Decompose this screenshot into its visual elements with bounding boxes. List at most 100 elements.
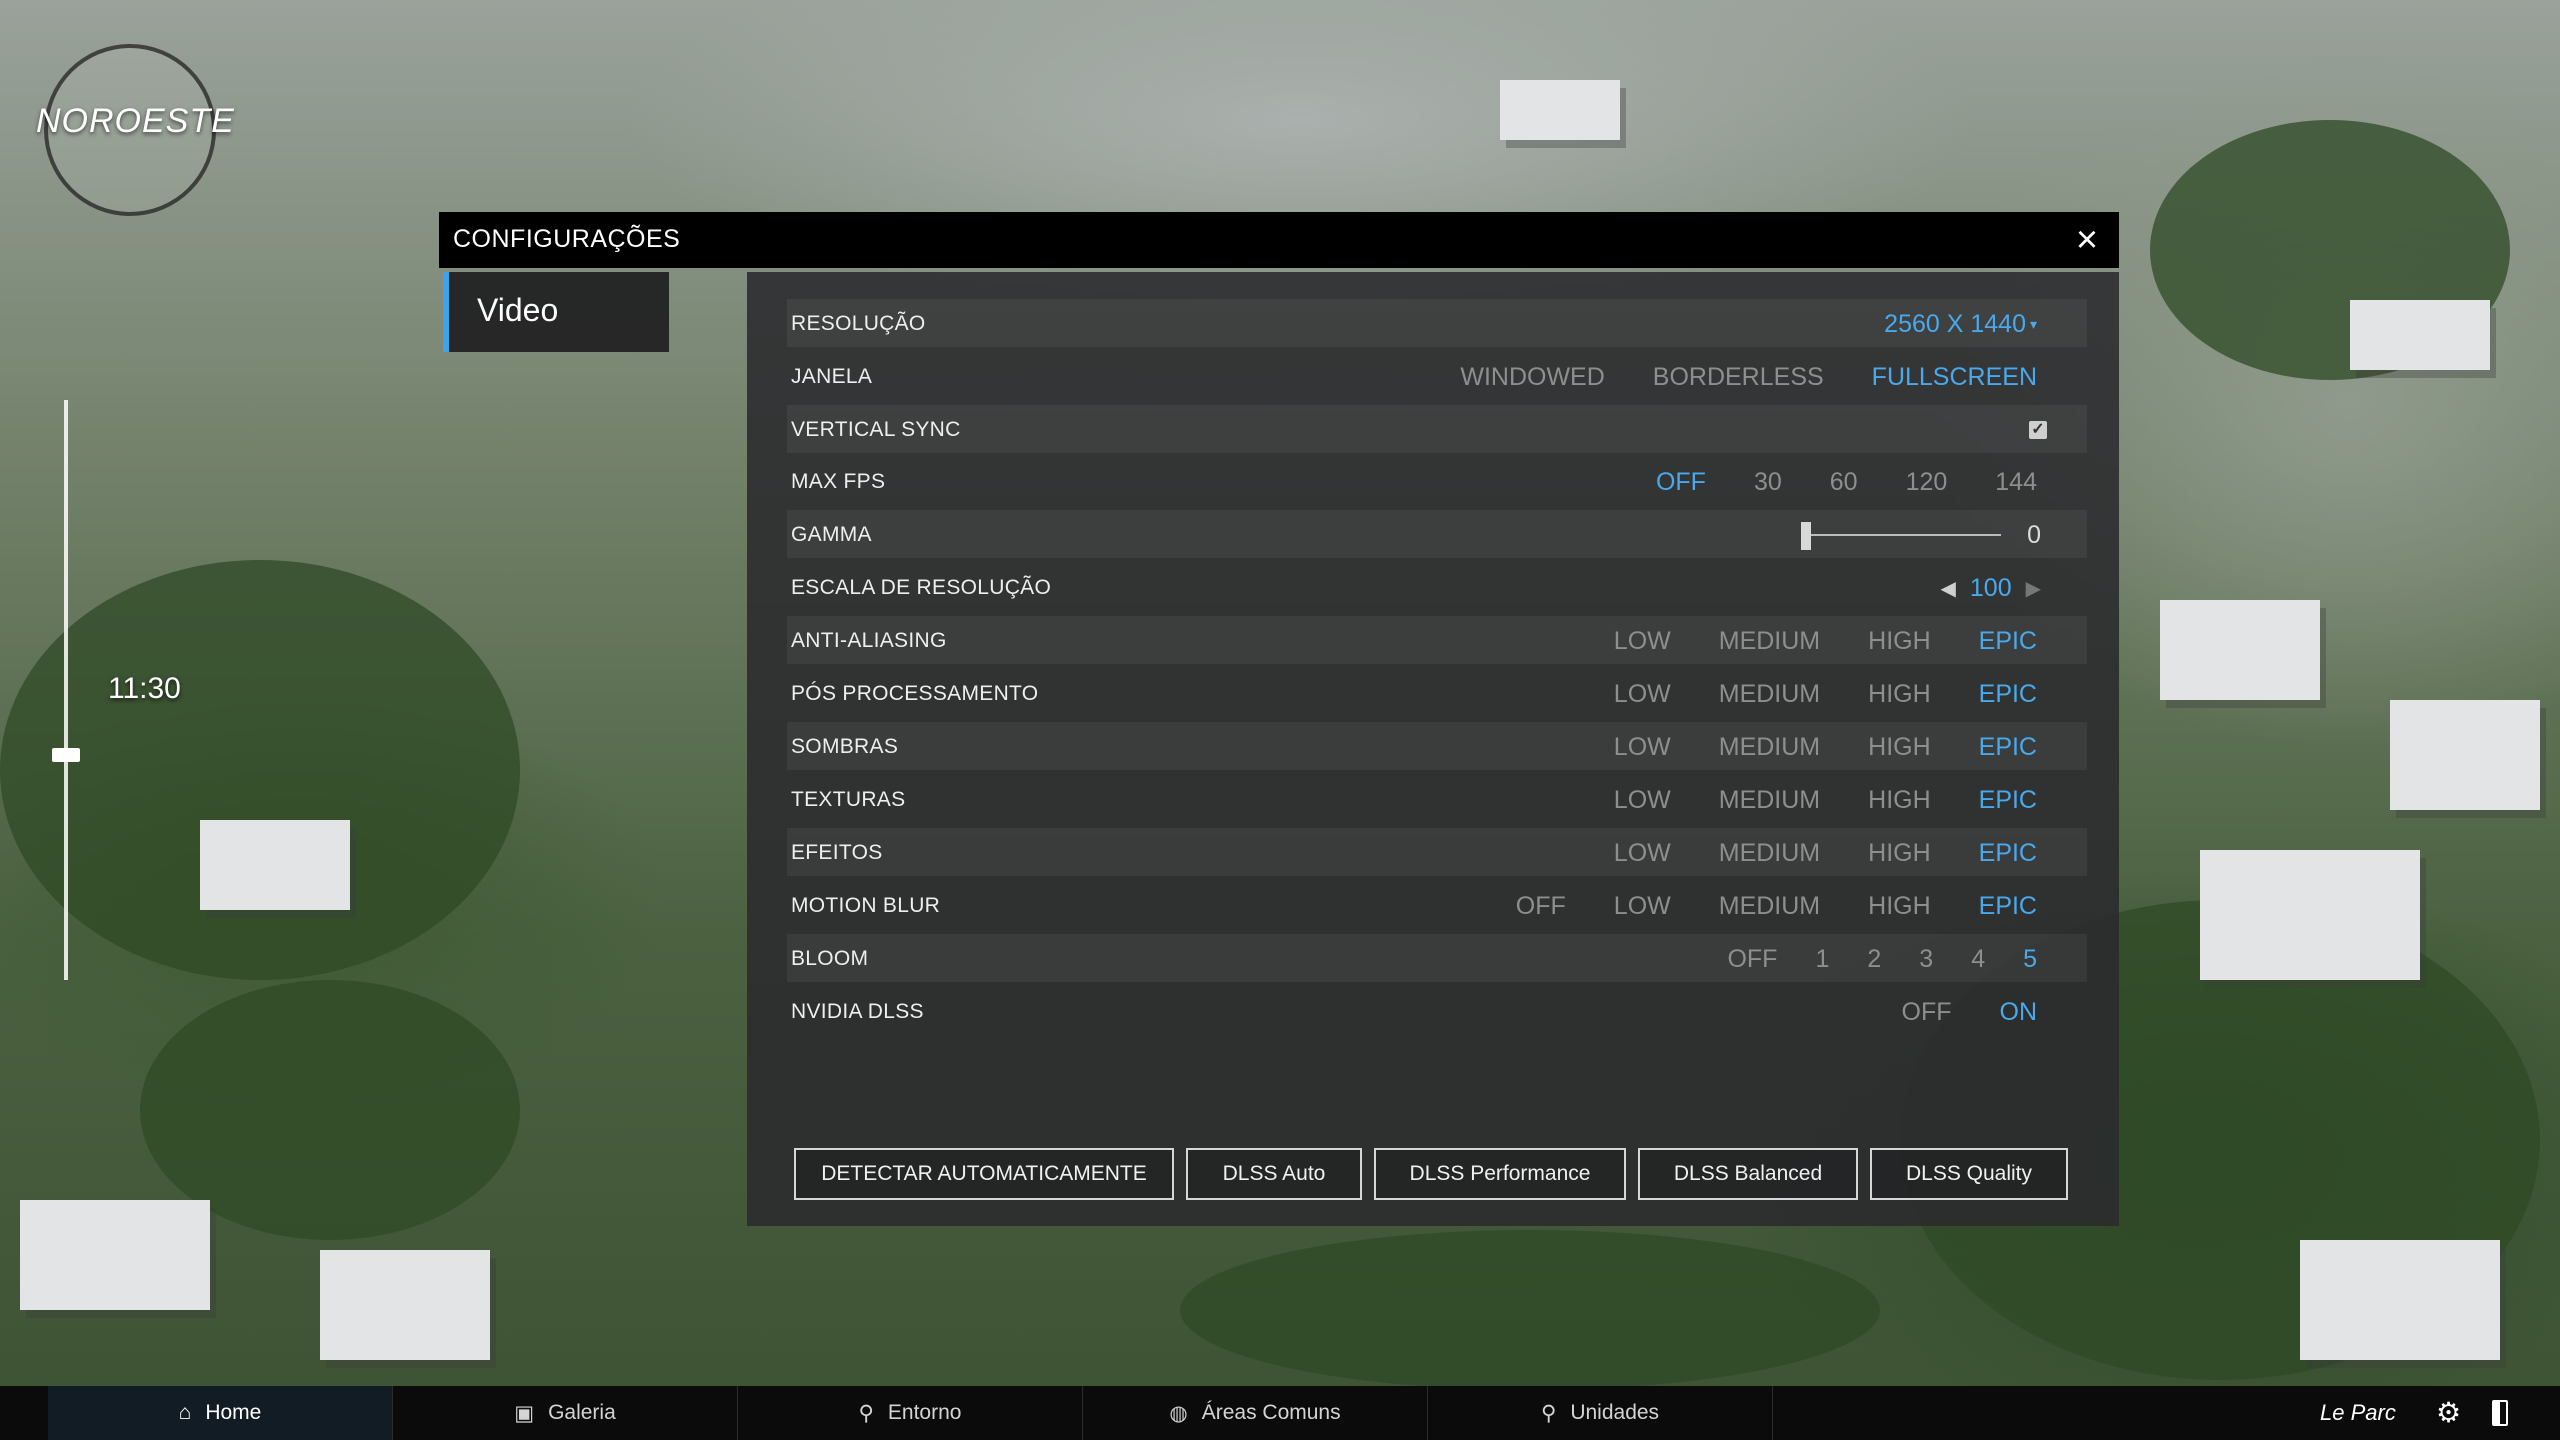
row-vsync: VERTICAL SYNC ✓ (787, 405, 2087, 453)
row-label: MAX FPS (791, 470, 886, 493)
row-label: SOMBRAS (791, 735, 899, 758)
option-posproc-medium[interactable]: MEDIUM (1719, 680, 1820, 709)
option-efeitos-medium[interactable]: MEDIUM (1719, 839, 1820, 868)
row-label: JANELA (791, 365, 873, 388)
vsync-checkbox[interactable]: ✓ (2029, 421, 2047, 439)
search-icon: ⚲ (1540, 1401, 1557, 1425)
tree-cluster (1180, 1230, 1880, 1390)
option-posproc-high[interactable]: HIGH (1868, 680, 1931, 709)
settings-panel: RESOLUÇÃO 2560 X 1440 ▾ JANELA WINDOWED B… (747, 272, 2119, 1226)
option-bloom-4[interactable]: 4 (1971, 945, 1985, 974)
time-label: 11:30 (108, 672, 181, 705)
gallery-icon: ▣ (514, 1401, 535, 1425)
option-group: LOW MEDIUM HIGH EPIC (1614, 730, 2037, 764)
option-sombras-high[interactable]: HIGH (1868, 733, 1931, 762)
row-label: MOTION BLUR (791, 894, 941, 917)
option-sombras-epic[interactable]: EPIC (1979, 733, 2037, 762)
time-slider-track[interactable] (64, 400, 68, 980)
option-motionblur-high[interactable]: HIGH (1868, 892, 1931, 921)
chevron-down-icon[interactable]: ▾ (2030, 316, 2037, 333)
row-bloom: BLOOM OFF 1 2 3 4 5 (787, 934, 2087, 982)
dlss-performance-button[interactable]: DLSS Performance (1374, 1148, 1626, 1200)
option-bloom-5[interactable]: 5 (2023, 945, 2037, 974)
option-bloom-2[interactable]: 2 (1867, 945, 1881, 974)
house (2300, 1240, 2500, 1360)
tab-video[interactable]: Video (443, 272, 669, 352)
arrow-right-icon[interactable]: ▶ (2026, 576, 2041, 601)
resolution-value[interactable]: 2560 X 1440 (1884, 310, 2026, 339)
gamma-slider-handle[interactable] (1801, 522, 1812, 550)
option-maxfps-120[interactable]: 120 (1906, 468, 1948, 497)
dlss-balanced-button[interactable]: DLSS Balanced (1638, 1148, 1858, 1200)
gear-icon[interactable]: ⚙ (2436, 1396, 2461, 1429)
house (2160, 600, 2320, 700)
option-bloom-off[interactable]: OFF (1727, 945, 1777, 974)
nav-entorno[interactable]: ⚲ Entorno (738, 1386, 1083, 1440)
nav-label: Unidades (1570, 1401, 1660, 1424)
house (320, 1250, 490, 1360)
option-sombras-medium[interactable]: MEDIUM (1719, 733, 1820, 762)
option-efeitos-epic[interactable]: EPIC (1979, 839, 2037, 868)
option-bloom-1[interactable]: 1 (1815, 945, 1829, 974)
option-group: WINDOWED BORDERLESS FULLSCREEN (1460, 360, 2037, 394)
house (2390, 700, 2540, 810)
option-dlss-off[interactable]: OFF (1902, 998, 1952, 1027)
option-motionblur-epic[interactable]: EPIC (1979, 892, 2037, 921)
device-icon[interactable] (2492, 1400, 2508, 1426)
option-antialiasing-medium[interactable]: MEDIUM (1719, 627, 1820, 656)
option-dlss-on[interactable]: ON (2000, 998, 2038, 1027)
tree-cluster (0, 560, 520, 980)
option-janela-borderless[interactable]: BORDERLESS (1653, 363, 1824, 392)
nav-label: Galeria (548, 1401, 616, 1424)
nav-unidades[interactable]: ⚲ Unidades (1428, 1386, 1773, 1440)
option-maxfps-30[interactable]: 30 (1754, 468, 1782, 497)
option-janela-fullscreen[interactable]: FULLSCREEN (1872, 363, 2037, 392)
house (200, 820, 350, 910)
option-group: LOW MEDIUM HIGH EPIC (1614, 677, 2037, 711)
nav-home[interactable]: ⌂ Home (48, 1386, 393, 1440)
option-bloom-3[interactable]: 3 (1919, 945, 1933, 974)
option-efeitos-high[interactable]: HIGH (1868, 839, 1931, 868)
option-sombras-low[interactable]: LOW (1614, 733, 1671, 762)
option-maxfps-60[interactable]: 60 (1830, 468, 1858, 497)
bottom-navigation: ⌂ Home ▣ Galeria ⚲ Entorno ◍ Áreas Comun… (0, 1386, 2560, 1440)
option-texturas-low[interactable]: LOW (1614, 786, 1671, 815)
resolution-dropdown[interactable]: 2560 X 1440 ▾ (1884, 307, 2037, 341)
option-maxfps-off[interactable]: OFF (1656, 468, 1706, 497)
option-motionblur-off[interactable]: OFF (1516, 892, 1566, 921)
option-motionblur-medium[interactable]: MEDIUM (1719, 892, 1820, 921)
row-label: TEXTURAS (791, 788, 906, 811)
option-texturas-medium[interactable]: MEDIUM (1719, 786, 1820, 815)
option-antialiasing-low[interactable]: LOW (1614, 627, 1671, 656)
nav-areas-comuns[interactable]: ◍ Áreas Comuns (1083, 1386, 1428, 1440)
option-posproc-low[interactable]: LOW (1614, 680, 1671, 709)
dlss-quality-button[interactable]: DLSS Quality (1870, 1148, 2068, 1200)
option-posproc-epic[interactable]: EPIC (1979, 680, 2037, 709)
option-efeitos-low[interactable]: LOW (1614, 839, 1671, 868)
arrow-left-icon[interactable]: ◀ (1941, 576, 1956, 601)
option-texturas-epic[interactable]: EPIC (1979, 786, 2037, 815)
row-label: GAMMA (791, 523, 872, 546)
row-motionblur: MOTION BLUR OFF LOW MEDIUM HIGH EPIC (787, 881, 2087, 929)
row-label: PÓS PROCESSAMENTO (791, 682, 1039, 705)
auto-detect-button[interactable]: DETECTAR AUTOMATICAMENTE (794, 1148, 1174, 1200)
close-icon[interactable]: × (2067, 220, 2107, 260)
areas-icon: ◍ (1169, 1401, 1188, 1425)
option-group: LOW MEDIUM HIGH EPIC (1614, 836, 2037, 870)
compass-region-label: NOROESTE (36, 102, 235, 140)
option-antialiasing-epic[interactable]: EPIC (1979, 627, 2037, 656)
dlss-auto-button[interactable]: DLSS Auto (1186, 1148, 1362, 1200)
option-texturas-high[interactable]: HIGH (1868, 786, 1931, 815)
gamma-slider[interactable] (1801, 520, 2002, 550)
option-maxfps-144[interactable]: 144 (1995, 468, 2037, 497)
row-label: EFEITOS (791, 841, 883, 864)
resolution-scale-value: 100 (1969, 573, 2012, 602)
row-janela: JANELA WINDOWED BORDERLESS FULLSCREEN (787, 352, 2087, 400)
time-slider-handle[interactable] (52, 748, 80, 762)
preset-buttons: DETECTAR AUTOMATICAMENTE DLSS Auto DLSS … (794, 1148, 2068, 1200)
gamma-slider-track (1801, 534, 2002, 536)
option-antialiasing-high[interactable]: HIGH (1868, 627, 1931, 656)
option-janela-windowed[interactable]: WINDOWED (1460, 363, 1604, 392)
option-motionblur-low[interactable]: LOW (1614, 892, 1671, 921)
nav-galeria[interactable]: ▣ Galeria (393, 1386, 738, 1440)
